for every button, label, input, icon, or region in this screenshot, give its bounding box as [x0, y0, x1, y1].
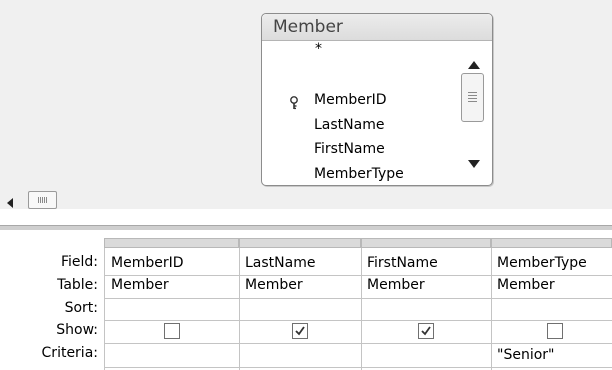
field-cell-1[interactable]: MemberID [106, 255, 238, 271]
row-label-sort: Sort: [64, 300, 98, 316]
field-cell-2[interactable]: LastName [240, 255, 360, 271]
checkmark-icon [421, 326, 431, 336]
field-item-lastname[interactable]: LastName [314, 117, 384, 133]
field-item-membertype[interactable]: MemberType [314, 166, 404, 182]
table-cell-2[interactable]: Member [240, 277, 360, 293]
field-cell-3[interactable]: FirstName [362, 255, 490, 271]
show-checkbox-4[interactable] [547, 323, 563, 339]
table-cell-3[interactable]: Member [362, 277, 490, 293]
sort-cell-2[interactable] [240, 300, 360, 318]
field-list: * MemberID LastName FirstName MemberType [262, 41, 458, 183]
table-title: Member [273, 17, 343, 37]
field-item-asterisk[interactable]: * [315, 41, 322, 57]
upper-pane-horizontal-scrollbar[interactable] [0, 190, 612, 209]
column-selector-4[interactable] [491, 238, 612, 248]
criteria-cell-2[interactable] [240, 346, 360, 364]
query-design-upper-pane: Member * MemberID LastName FirstName Mem… [0, 0, 612, 190]
sort-cell-1[interactable] [106, 300, 238, 318]
criteria-cell-4[interactable]: "Senior" [492, 347, 612, 363]
row-label-criteria: Criteria: [41, 345, 98, 361]
field-item-memberid[interactable]: MemberID [314, 92, 387, 108]
sort-cell-4[interactable] [492, 300, 612, 318]
column-selector-2[interactable] [239, 238, 361, 248]
arrow-left-icon[interactable] [6, 194, 14, 208]
column-selector-3[interactable] [361, 238, 491, 248]
arrow-up-icon[interactable] [467, 55, 481, 69]
checkmark-icon [295, 326, 305, 336]
criteria-cell-1[interactable] [106, 346, 238, 364]
sort-cell-3[interactable] [362, 300, 490, 318]
field-item-firstname[interactable]: FirstName [314, 141, 385, 157]
table-title-bar[interactable]: Member [262, 14, 492, 41]
row-label-field: Field: [60, 254, 98, 270]
show-checkbox-3[interactable] [418, 323, 434, 339]
table-cell-1[interactable]: Member [106, 277, 238, 293]
show-checkbox-2[interactable] [292, 323, 308, 339]
query-design-grid: Field: Table: Sort: Show: Criteria: Memb… [0, 230, 612, 370]
key-icon [288, 95, 300, 110]
criteria-cell-3[interactable] [362, 346, 490, 364]
arrow-down-icon[interactable] [467, 154, 481, 168]
table-cell-4[interactable]: Member [492, 277, 612, 293]
field-list-vertical-scrollbar[interactable] [458, 41, 490, 183]
row-label-show: Show: [56, 322, 98, 338]
row-label-table: Table: [57, 277, 98, 293]
column-selector-1[interactable] [104, 238, 239, 248]
scroll-thumb[interactable] [461, 73, 484, 122]
horizontal-scroll-thumb[interactable] [28, 191, 57, 209]
show-checkbox-1[interactable] [164, 323, 180, 339]
field-cell-4[interactable]: MemberType [492, 255, 612, 271]
member-table-field-list[interactable]: Member * MemberID LastName FirstName Mem… [261, 13, 493, 186]
